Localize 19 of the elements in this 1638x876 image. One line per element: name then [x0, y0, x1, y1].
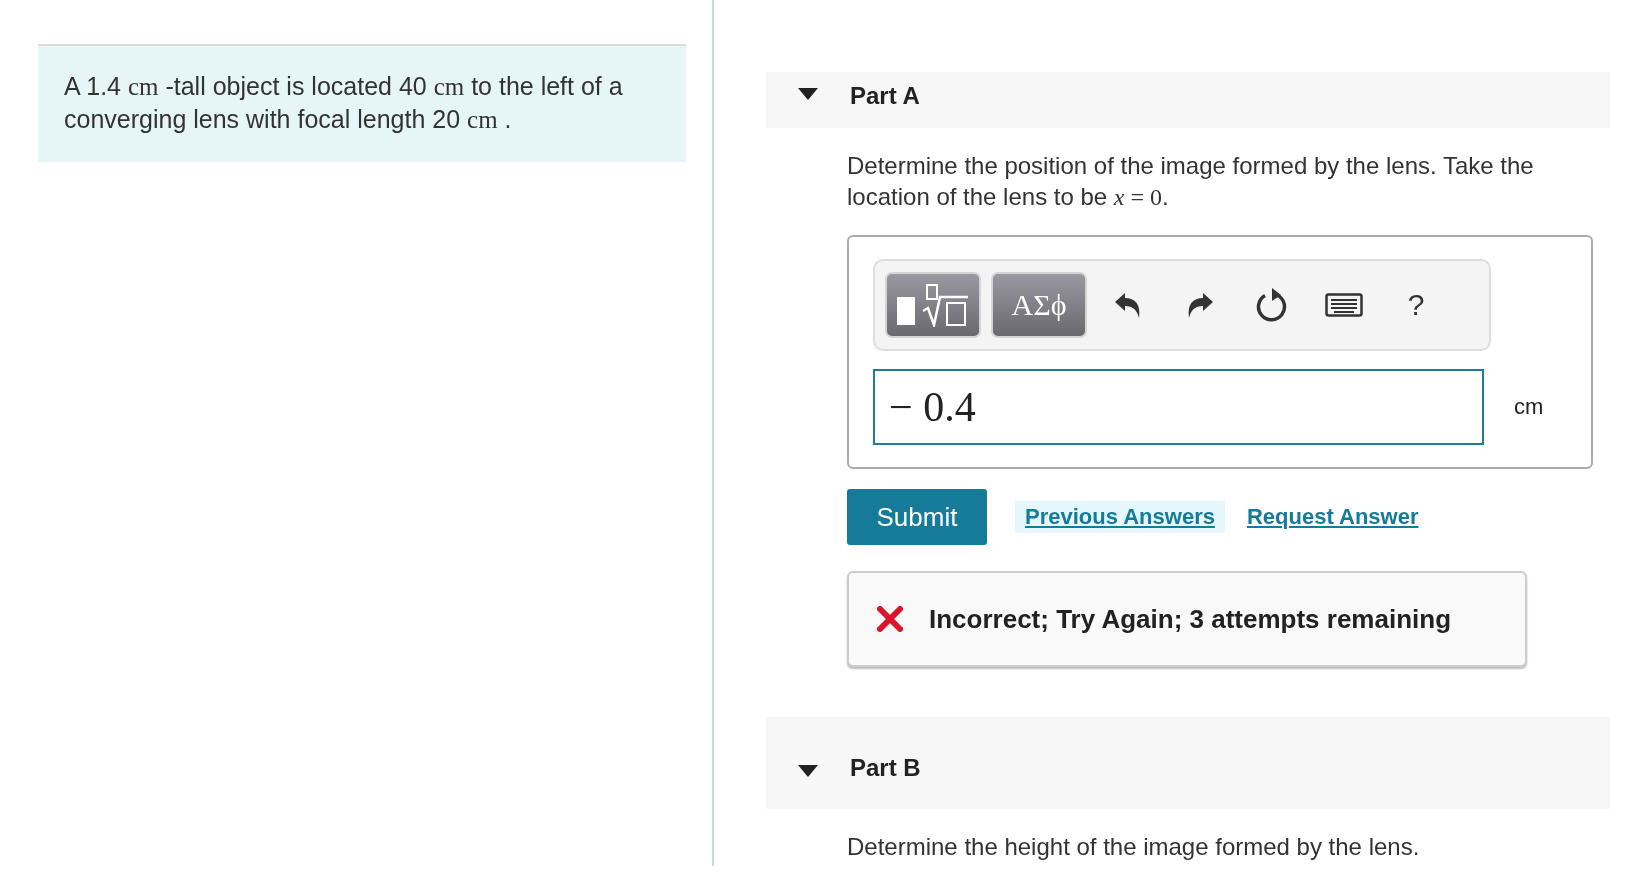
feedback-text: Incorrect; Try Again; 3 attempts remaining: [929, 603, 1452, 635]
reset-icon: [1255, 287, 1289, 323]
unit-label: cm: [1514, 394, 1544, 420]
templates-button[interactable]: [885, 272, 981, 338]
answer-link[interactable]: Previous Answers: [1015, 501, 1225, 533]
part-header[interactable]: Part A: [766, 72, 1610, 128]
part-title: Part B: [850, 754, 921, 782]
question-text: Determine the position of the image formed by the lens. Take the location of the lens to be x = 0.: [847, 151, 1535, 212]
symbols-button[interactable]: ΑΣϕ: [991, 272, 1087, 338]
answer-link[interactable]: Request Answer: [1236, 501, 1429, 533]
part-title: Part A: [850, 82, 920, 110]
keyboard-icon: [1325, 293, 1363, 317]
fraction-root-icon: [895, 283, 971, 327]
answer-field[interactable]: − 0.4: [873, 369, 1484, 445]
problem-statement: A 1.4 cm -tall object is located 40 cm to the left of a converging lens with focal length 20 cm .: [38, 44, 686, 162]
submit-button[interactable]: Submit: [847, 489, 987, 545]
question-text: Determine the height of the image formed by the lens.: [847, 832, 1421, 862]
part-header[interactable]: Part B: [766, 717, 1610, 809]
help-button[interactable]: ?: [1385, 272, 1447, 338]
